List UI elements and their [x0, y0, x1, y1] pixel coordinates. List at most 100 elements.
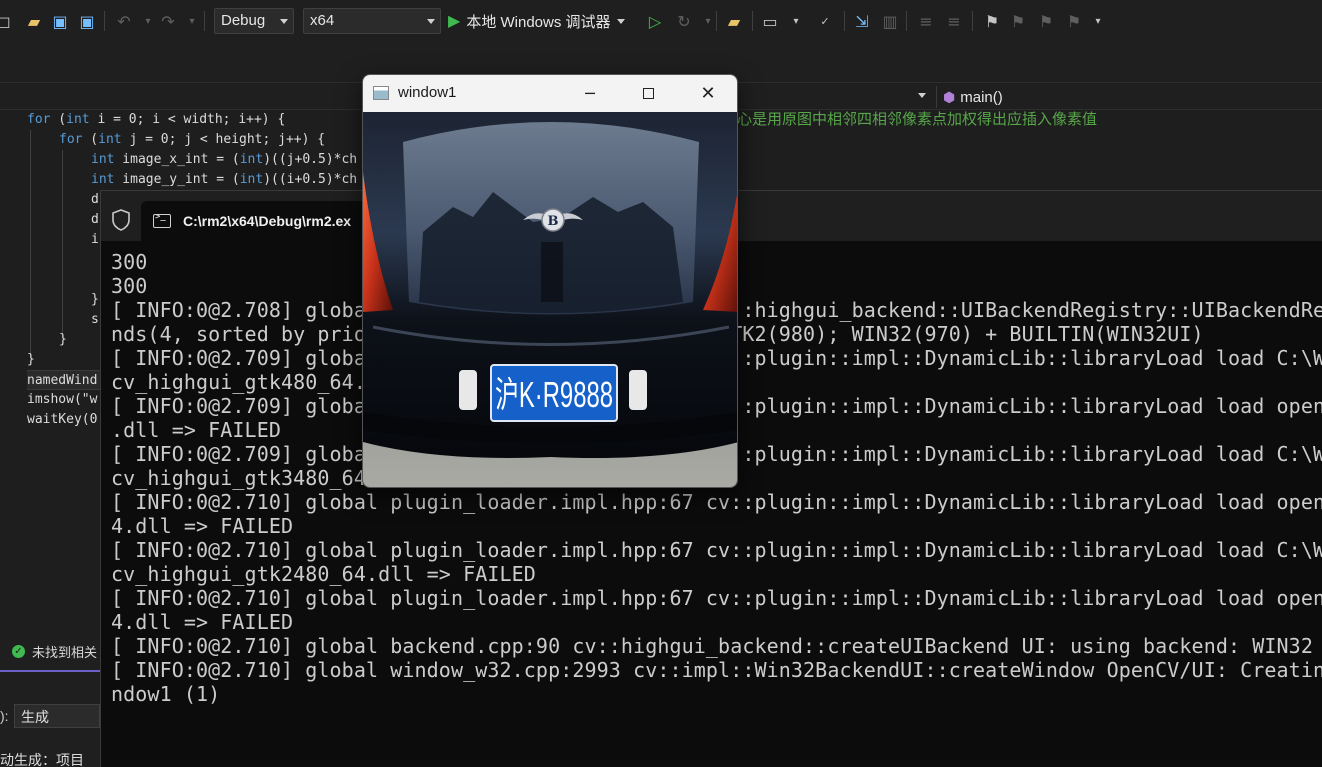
- console-line: [ INFO:0@2.710] global backend.cpp:90 cv…: [111, 634, 1322, 658]
- left-plate-light: [459, 370, 477, 410]
- code-line: waitKey(0: [27, 412, 98, 427]
- close-button[interactable]: ✕: [685, 75, 731, 112]
- indent-guide: [30, 130, 31, 358]
- indent-guide: [62, 150, 63, 338]
- previous-bookmark-icon[interactable]: ⚑: [1008, 10, 1028, 32]
- opencv-titlebar[interactable]: window1 ─ ✕: [363, 75, 737, 112]
- platform-dropdown[interactable]: x64: [303, 8, 441, 34]
- code-line: d: [91, 192, 99, 207]
- chevron-down-icon: [616, 18, 625, 24]
- license-plate-text: 沪K·R9888: [495, 374, 613, 415]
- terminal-icon: [153, 212, 171, 228]
- platform-value: x64: [310, 12, 335, 29]
- toolbar-separator: [844, 11, 845, 31]
- code-line: int image_y_int = (int)((i+0.5)*ch: [91, 172, 358, 187]
- format-icon[interactable]: ▥: [880, 10, 900, 32]
- code-line: for (int i = 0; i < width; i++) {: [27, 112, 286, 127]
- start-without-debugging-icon[interactable]: ▷: [645, 10, 665, 32]
- toolbar-overflow-icon[interactable]: ▾: [1088, 10, 1108, 32]
- code-line-current: namedWind: [27, 370, 102, 390]
- clear-bookmarks-icon[interactable]: ⚑: [1064, 10, 1084, 32]
- step-into-icon[interactable]: ⇲: [852, 10, 872, 32]
- code-line: s: [91, 312, 99, 327]
- main-toolbar: ◻ ▰ ▣ ▣ ↶ ▾ ↷ ▾ Debug x64 ▶ 本地 Windows 调…: [0, 0, 1322, 44]
- check-circle-icon: ✓: [12, 644, 25, 658]
- output-panel: ): 生成 动生成：项目: [0, 670, 100, 767]
- code-line: int image_x_int = (int)((j+0.5)*ch: [91, 152, 358, 167]
- open-folder-icon[interactable]: ▰: [24, 10, 44, 32]
- configuration-dropdown[interactable]: Debug: [214, 8, 294, 34]
- toolbar-separator: [204, 11, 205, 31]
- code-line: d: [91, 212, 99, 227]
- console-line: ndow1 (1): [111, 682, 221, 706]
- output-source-value: 生成: [21, 709, 49, 725]
- right-plate-light: [629, 370, 647, 410]
- hot-reload-dropdown-icon[interactable]: ▾: [698, 10, 718, 32]
- next-bookmark-icon[interactable]: ⚑: [1036, 10, 1056, 32]
- console-line: [ INFO:0@2.710] global plugin_loader.imp…: [111, 586, 1322, 610]
- undo-dropdown-icon[interactable]: ▾: [138, 10, 158, 32]
- console-line: cv_highgui_gtk2480_64.dll => FAILED: [111, 562, 536, 586]
- console-tab[interactable]: C:\rm2\x64\Debug\rm2.ex: [141, 201, 381, 241]
- console-line: [ INFO:0@2.710] global plugin_loader.imp…: [111, 490, 1322, 514]
- save-icon[interactable]: ▣: [50, 10, 70, 32]
- maximize-icon: [642, 88, 654, 99]
- console-line: 4.dll => FAILED: [111, 610, 294, 634]
- toolbar-separator: [752, 11, 753, 31]
- outdent-icon[interactable]: ≡: [916, 10, 936, 32]
- new-item-icon[interactable]: ◻: [0, 10, 14, 32]
- browse-folder-icon[interactable]: ▰: [724, 10, 744, 32]
- photographer-reflection: [541, 242, 563, 302]
- redo-icon[interactable]: ↷: [158, 10, 178, 32]
- chevron-down-icon: [280, 19, 288, 24]
- output-text: 动生成：项目: [0, 753, 84, 767]
- minimize-button[interactable]: ─: [567, 75, 613, 112]
- run-label: 本地 Windows 调试器: [466, 13, 611, 31]
- opencv-window-title: window1: [398, 84, 457, 101]
- window-layout-icon[interactable]: ▭: [760, 10, 780, 32]
- member-name: main(): [960, 88, 1003, 106]
- code-comment: 心是用原图中相邻四相邻像素点加权得出应插入像素值: [737, 111, 1098, 128]
- method-cube-icon: ⬢: [943, 88, 956, 105]
- output-source-dropdown[interactable]: 生成: [14, 704, 100, 728]
- save-all-icon[interactable]: ▣: [77, 10, 97, 32]
- member-dropdown[interactable]: ⬢ main(): [936, 86, 1322, 108]
- console-line: [ INFO:0@2.710] global window_w32.cpp:29…: [111, 658, 1322, 682]
- console-tab-title: C:\rm2\x64\Debug\rm2.ex: [183, 213, 352, 229]
- code-line: }: [27, 352, 35, 367]
- output-source-label: ):: [0, 708, 9, 724]
- code-line: imshow("w: [27, 392, 98, 407]
- configuration-value: Debug: [221, 12, 266, 29]
- close-icon: ✕: [700, 83, 716, 104]
- chevron-down-icon[interactable]: [918, 93, 926, 98]
- code-line: }: [91, 292, 99, 307]
- hot-reload-icon[interactable]: ↻: [674, 10, 694, 32]
- code-line: }: [59, 332, 67, 347]
- code-line: i: [91, 232, 99, 247]
- opencv-image-window[interactable]: window1 ─ ✕ B 沪K·R9888: [362, 74, 738, 488]
- console-line: 4.dll => FAILED: [111, 514, 294, 538]
- console-line: [ INFO:0@2.710] global plugin_loader.imp…: [111, 538, 1322, 562]
- code-line: for (int j = 0; j < height; j++) {: [59, 132, 326, 147]
- window-app-icon: [373, 86, 389, 100]
- toolbar-separator: [906, 11, 907, 31]
- maximize-button[interactable]: [625, 75, 671, 112]
- shield-icon: [112, 209, 130, 231]
- toolbar-separator: [104, 11, 105, 31]
- spell-check-icon[interactable]: ✓: [815, 10, 835, 32]
- minimize-icon: ─: [585, 84, 595, 103]
- indent-icon[interactable]: ≡: [944, 10, 964, 32]
- emblem-letter: B: [548, 214, 559, 229]
- issues-status[interactable]: ✓ 未找到相关: [0, 640, 100, 662]
- play-icon: ▶: [448, 13, 461, 30]
- bookmark-icon[interactable]: ⚑: [982, 10, 1002, 32]
- start-debugging-button[interactable]: ▶ 本地 Windows 调试器: [448, 8, 625, 34]
- layout-dropdown-icon[interactable]: ▾: [786, 10, 806, 32]
- chevron-down-icon: [427, 19, 435, 24]
- car-rear-photo: B 沪K·R9888: [363, 112, 737, 487]
- undo-icon[interactable]: ↶: [114, 10, 134, 32]
- redo-dropdown-icon[interactable]: ▾: [182, 10, 202, 32]
- issues-status-text: 未找到相关: [32, 644, 98, 660]
- toolbar-separator: [972, 11, 973, 31]
- toolbar-separator: [716, 11, 717, 31]
